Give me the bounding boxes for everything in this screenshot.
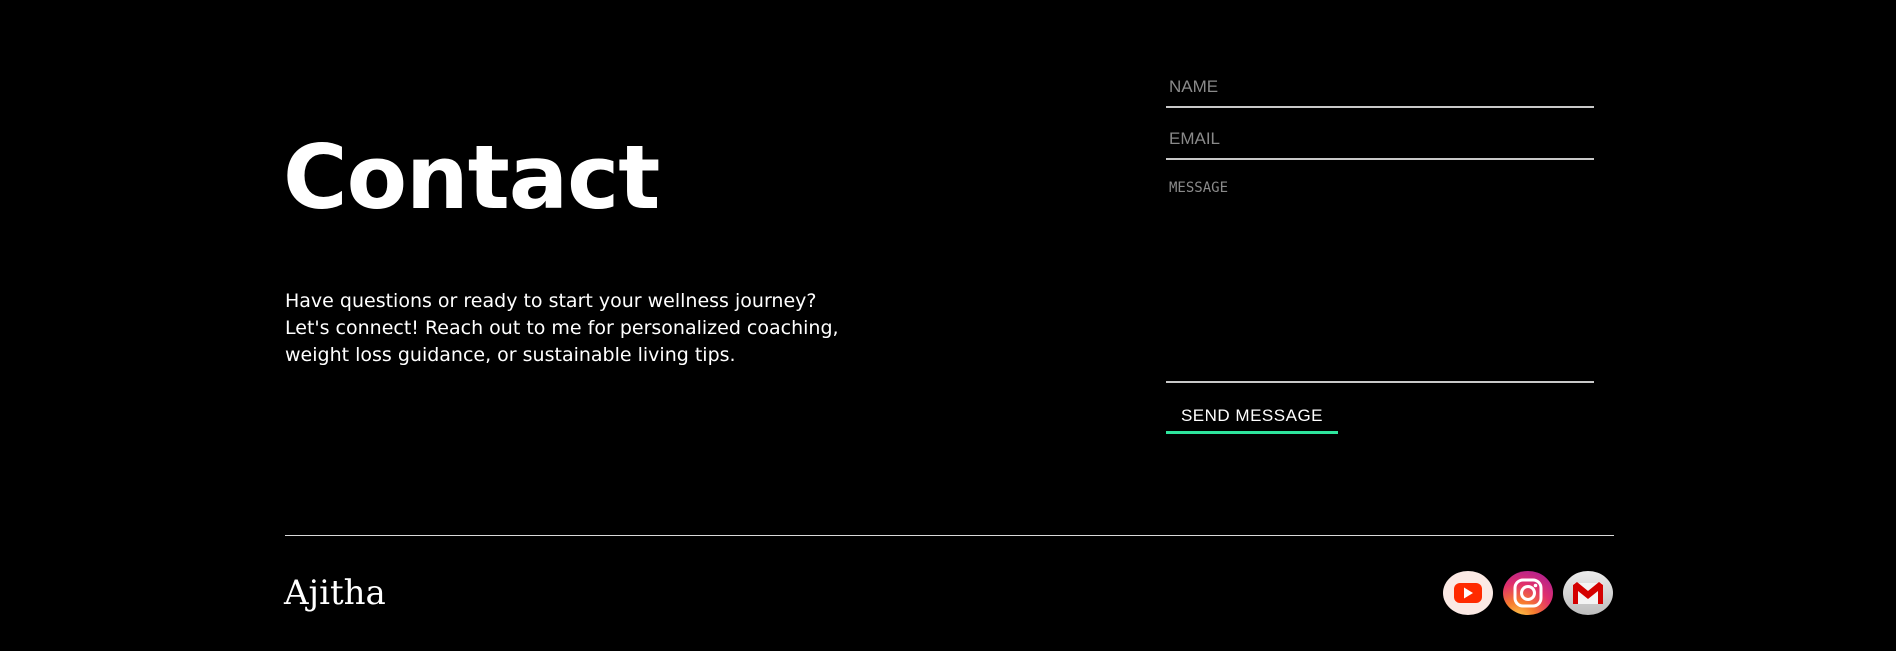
- gmail-link[interactable]: [1563, 571, 1613, 615]
- youtube-icon: [1454, 583, 1482, 603]
- footer-brand: Ajitha: [284, 573, 386, 613]
- name-field[interactable]: [1166, 60, 1594, 108]
- footer-divider: [285, 535, 1614, 536]
- email-field[interactable]: [1166, 108, 1594, 160]
- gmail-icon: [1573, 582, 1603, 604]
- social-links: [1443, 571, 1613, 615]
- instagram-icon: [1513, 578, 1543, 608]
- contact-form: SEND MESSAGE: [1166, 60, 1594, 434]
- contact-description: Have questions or ready to start your we…: [285, 290, 839, 366]
- send-message-button[interactable]: SEND MESSAGE: [1166, 396, 1338, 434]
- contact-page: Contact Have questions or ready to start…: [0, 0, 1896, 651]
- instagram-link[interactable]: [1503, 571, 1553, 615]
- youtube-link[interactable]: [1443, 571, 1493, 615]
- message-field[interactable]: [1166, 160, 1594, 383]
- page-title: Contact: [283, 126, 660, 229]
